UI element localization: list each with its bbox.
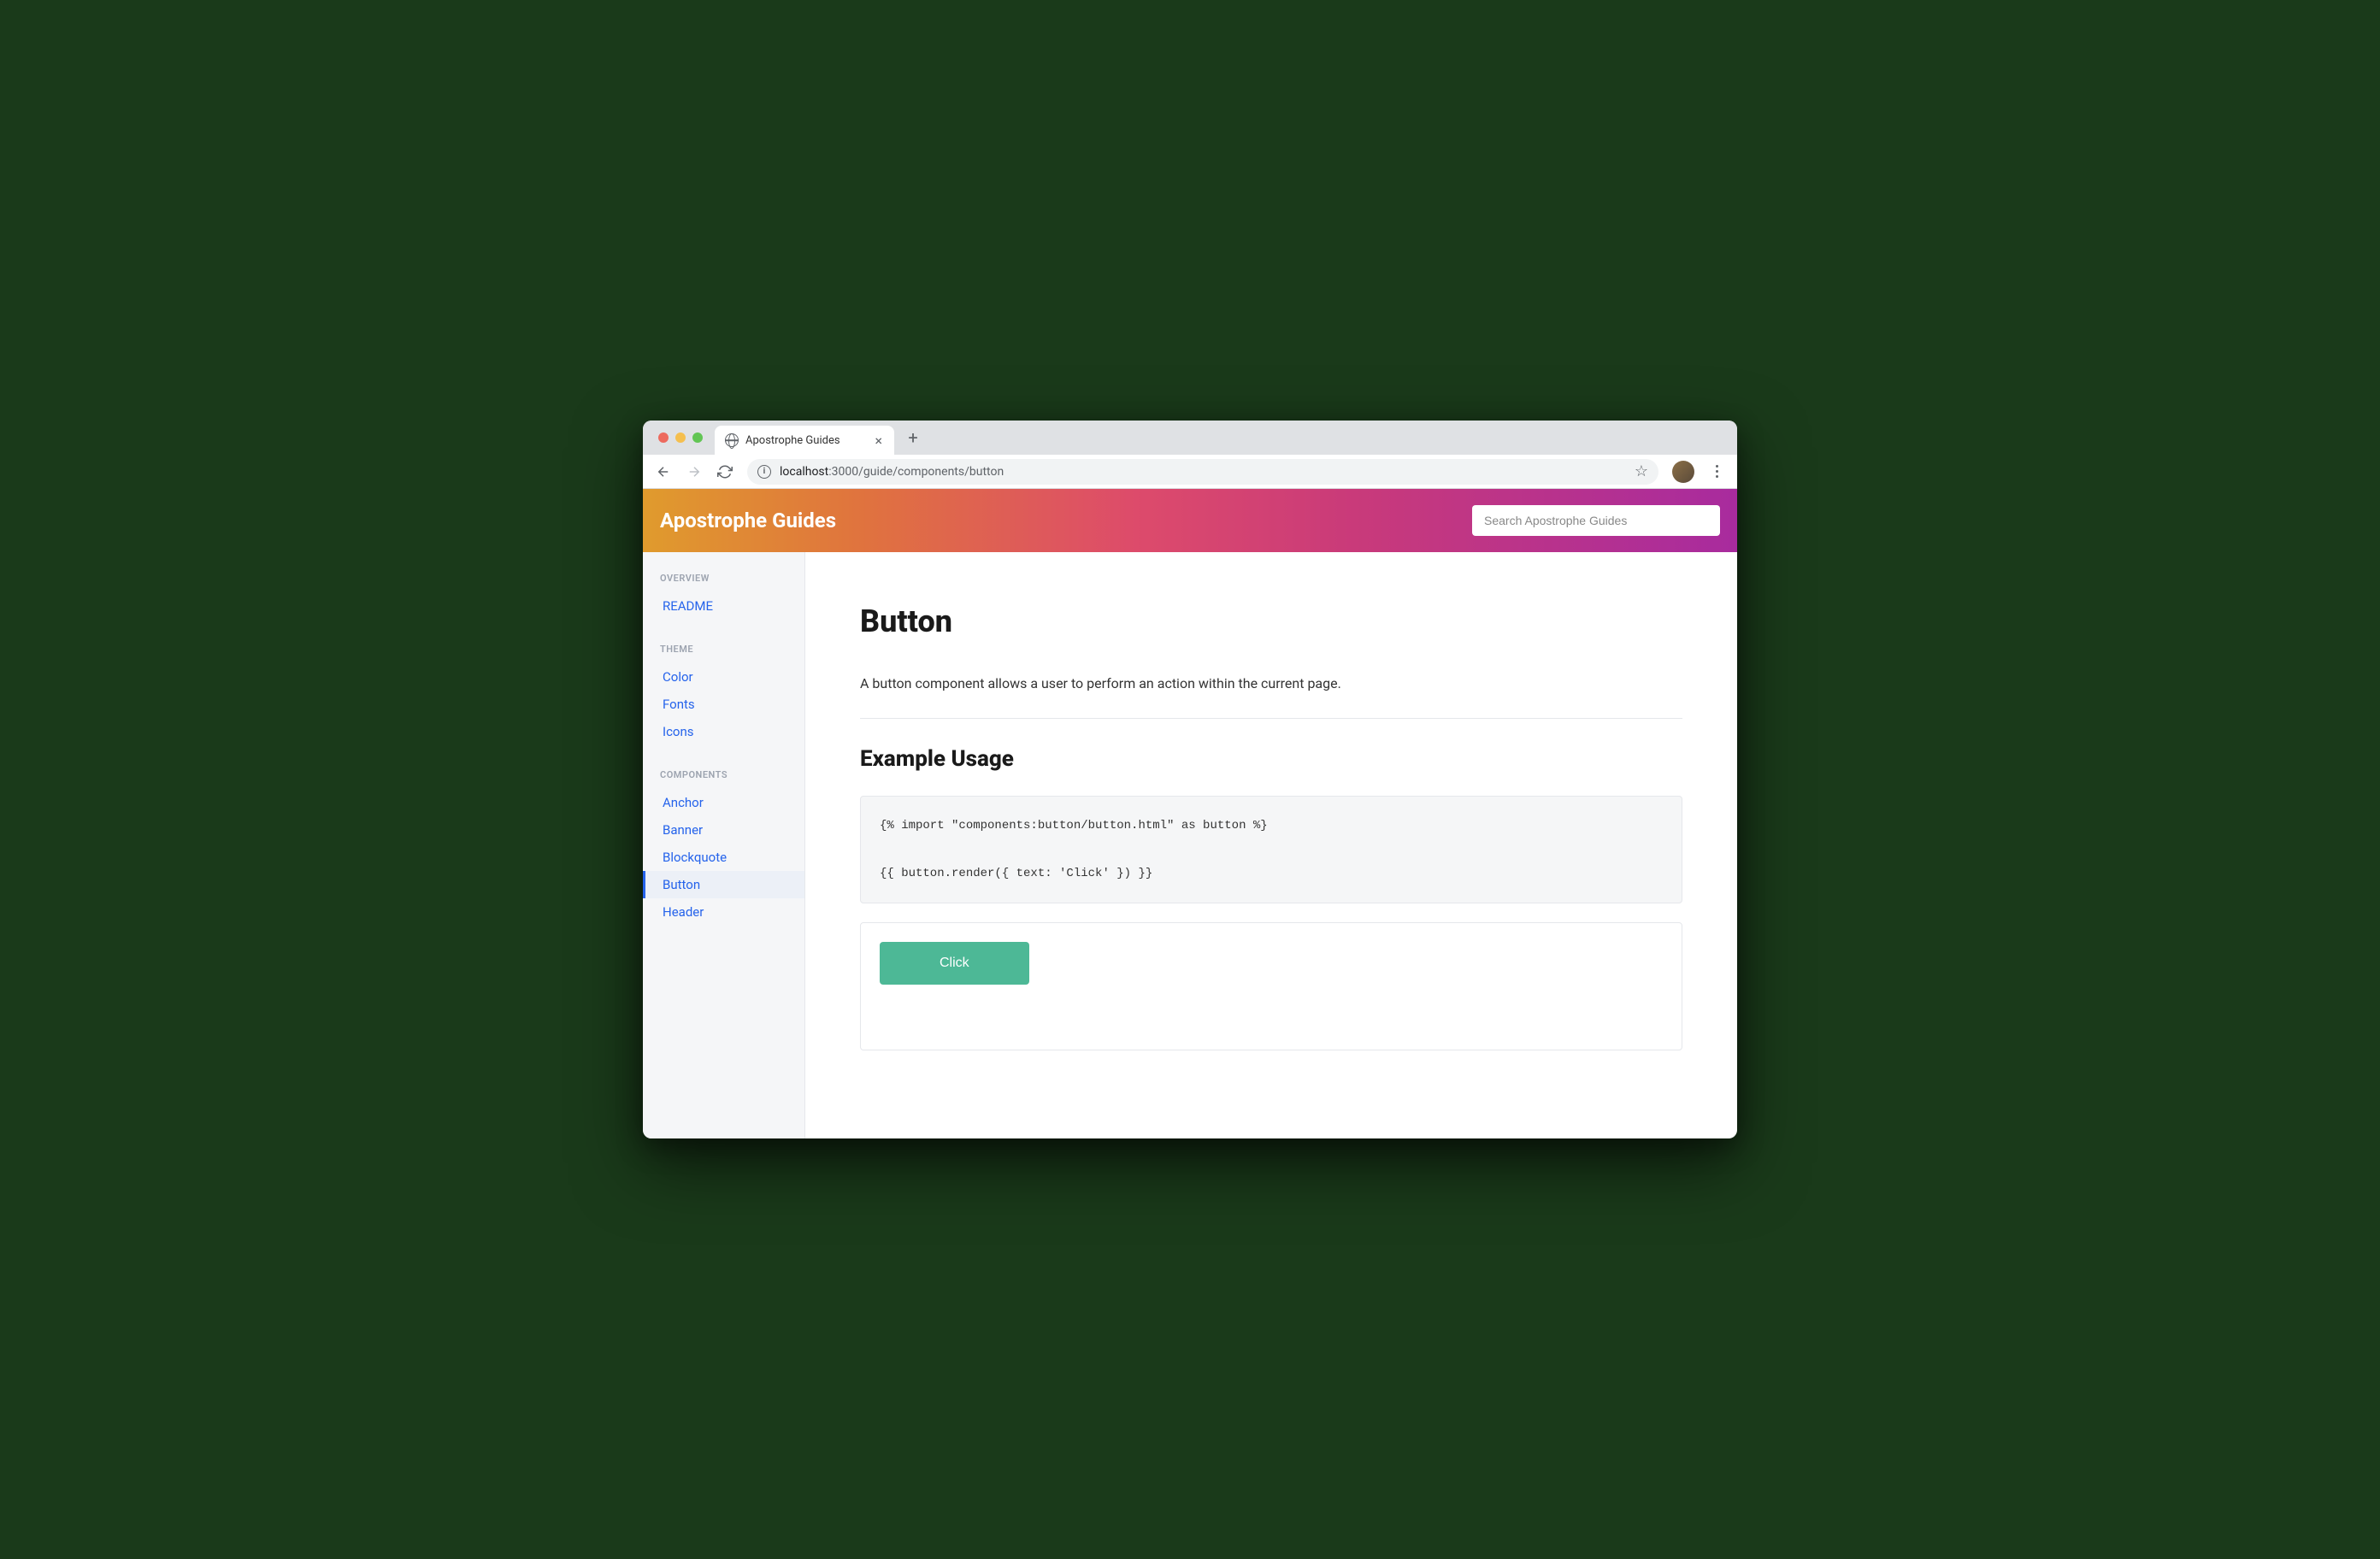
preview-box: Click [860, 922, 1682, 1050]
browser-chrome: Apostrophe Guides × + i localhost:3000/g… [643, 421, 1737, 489]
url-path: /guide/components/button [858, 465, 1004, 479]
maximize-window-icon[interactable] [692, 432, 703, 443]
sidebar-item-button[interactable]: Button [643, 871, 804, 898]
close-window-icon[interactable] [658, 432, 669, 443]
sidebar: OVERVIEW README THEME Color Fonts Icons … [643, 552, 805, 1138]
profile-avatar[interactable] [1672, 461, 1694, 483]
minimize-window-icon[interactable] [675, 432, 686, 443]
sidebar-item-banner[interactable]: Banner [643, 816, 804, 844]
browser-window: Apostrophe Guides × + i localhost:3000/g… [643, 421, 1737, 1138]
example-usage-heading: Example Usage [860, 746, 1682, 772]
sidebar-item-icons[interactable]: Icons [643, 718, 804, 745]
forward-button[interactable] [680, 458, 708, 485]
sidebar-section-components: COMPONENTS Anchor Banner Blockquote Butt… [643, 769, 804, 926]
sidebar-heading: OVERVIEW [643, 573, 804, 584]
browser-menu-icon[interactable] [1703, 465, 1730, 478]
window-controls [650, 432, 715, 443]
sidebar-item-header[interactable]: Header [643, 898, 804, 926]
bookmark-icon[interactable]: ☆ [1635, 462, 1648, 480]
app-title: Apostrophe Guides [660, 509, 836, 532]
url-host: localhost [780, 465, 828, 479]
globe-icon [725, 433, 739, 447]
url-port: :3000 [828, 465, 858, 479]
sidebar-item-color[interactable]: Color [643, 663, 804, 691]
page-description: A button component allows a user to perf… [860, 674, 1682, 694]
main-content: Button A button component allows a user … [805, 552, 1737, 1138]
page-title: Button [860, 603, 1682, 639]
sidebar-item-blockquote[interactable]: Blockquote [643, 844, 804, 871]
tab-title: Apostrophe Guides [745, 434, 866, 447]
sidebar-item-fonts[interactable]: Fonts [643, 691, 804, 718]
url-text: localhost:3000/guide/components/button [780, 465, 1626, 479]
new-tab-button[interactable]: + [901, 426, 925, 450]
tab-strip: Apostrophe Guides × + [643, 421, 1737, 455]
divider [860, 718, 1682, 719]
back-button[interactable] [650, 458, 677, 485]
browser-tab[interactable]: Apostrophe Guides × [715, 426, 894, 455]
sidebar-heading: COMPONENTS [643, 769, 804, 780]
example-click-button[interactable]: Click [880, 942, 1029, 985]
search-input[interactable] [1472, 505, 1720, 536]
sidebar-section-theme: THEME Color Fonts Icons [643, 644, 804, 745]
app-content: OVERVIEW README THEME Color Fonts Icons … [643, 552, 1737, 1138]
sidebar-heading: THEME [643, 644, 804, 655]
app-header: Apostrophe Guides [643, 489, 1737, 552]
close-tab-icon[interactable]: × [873, 432, 884, 449]
sidebar-item-anchor[interactable]: Anchor [643, 789, 804, 816]
sidebar-item-readme[interactable]: README [643, 592, 804, 620]
app: Apostrophe Guides OVERVIEW README THEME … [643, 489, 1737, 1138]
address-bar[interactable]: i localhost:3000/guide/components/button… [747, 459, 1658, 485]
code-block: {% import "components:button/button.html… [860, 796, 1682, 903]
site-info-icon[interactable]: i [757, 465, 771, 479]
sidebar-section-overview: OVERVIEW README [643, 573, 804, 620]
reload-button[interactable] [711, 458, 739, 485]
browser-toolbar: i localhost:3000/guide/components/button… [643, 455, 1737, 489]
